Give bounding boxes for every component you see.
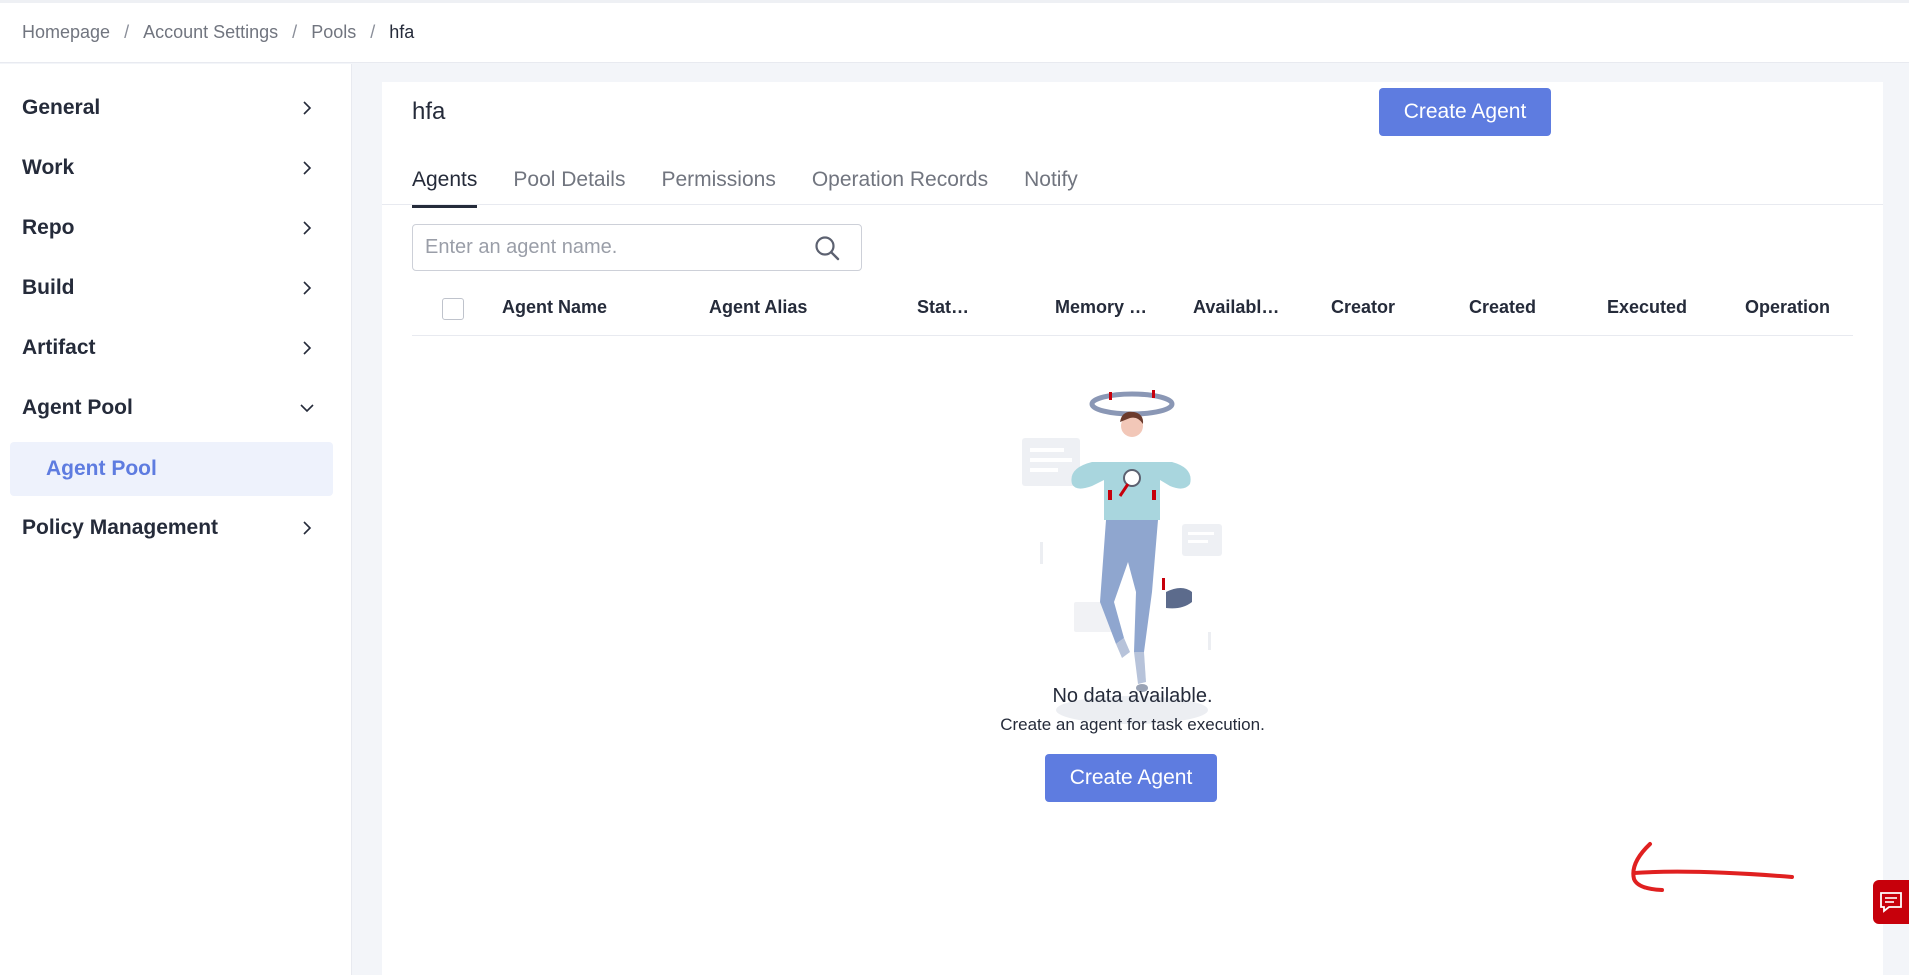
column-agent-alias[interactable]: Agent Alias — [709, 278, 807, 336]
column-created[interactable]: Created — [1469, 278, 1536, 336]
column-executed[interactable]: Executed — [1607, 278, 1687, 336]
breadcrumb-homepage[interactable]: Homepage — [22, 22, 110, 43]
table-header: Agent Name Agent Alias Stat… Memory … Av… — [412, 278, 1853, 336]
sidebar-item-policy-management[interactable]: Policy Management — [0, 501, 352, 555]
chevron-right-icon — [303, 521, 312, 535]
chevron-down-icon — [300, 404, 314, 413]
sidebar-item-label: Artifact — [22, 336, 96, 359]
tab-operation-records[interactable]: Operation Records — [812, 168, 988, 208]
tab-notify[interactable]: Notify — [1024, 168, 1078, 208]
sidebar-item-label: General — [22, 96, 101, 119]
column-memory[interactable]: Memory … — [1055, 278, 1147, 336]
breadcrumb-current: hfa — [389, 22, 415, 42]
search-icon[interactable] — [813, 234, 841, 262]
select-all-checkbox[interactable] — [442, 298, 464, 320]
tab-agents[interactable]: Agents — [412, 168, 478, 208]
empty-state-description: Create an agent for task execution. — [1000, 715, 1265, 734]
sidebar-item-repo[interactable]: Repo — [0, 201, 352, 255]
sidebar-item-label: Policy Management — [22, 516, 219, 539]
breadcrumb-account-settings[interactable]: Account Settings — [143, 22, 278, 43]
sidebar-subitem-label: Agent Pool — [46, 457, 157, 480]
create-agent-button[interactable]: Create Agent — [1379, 88, 1551, 136]
breadcrumb-separator: / — [292, 22, 298, 42]
sidebar-item-artifact[interactable]: Artifact — [0, 321, 352, 375]
column-agent-name[interactable]: Agent Name — [502, 278, 607, 336]
sidebar-subitem-agent-pool[interactable]: Agent Pool — [10, 442, 333, 496]
sidebar-item-label: Work — [22, 156, 75, 179]
chevron-right-icon — [303, 101, 312, 115]
chat-icon — [1880, 892, 1902, 913]
sidebar-item-work[interactable]: Work — [0, 141, 352, 195]
empty-state-title: No data available. — [1052, 685, 1213, 707]
tab-permissions[interactable]: Permissions — [661, 168, 775, 208]
sidebar-item-general[interactable]: General — [0, 81, 352, 135]
sidebar-item-build[interactable]: Build — [0, 261, 352, 315]
sidebar-item-label: Build — [22, 276, 75, 299]
empty-state-illustration — [1022, 390, 1222, 724]
red-arrow-annotation — [1631, 842, 1794, 892]
search-input[interactable] — [413, 225, 803, 270]
breadcrumb: Homepage / Account Settings / Pools / hf… — [0, 3, 1909, 63]
column-status[interactable]: Stat… — [917, 278, 969, 336]
page-title: hfa — [412, 98, 446, 125]
sidebar-item-label: Agent Pool — [22, 396, 133, 419]
breadcrumb-pools[interactable]: Pools — [311, 22, 356, 43]
sidebar-item-agent-pool[interactable]: Agent Pool — [0, 381, 352, 435]
chevron-right-icon — [303, 341, 312, 355]
search-box — [412, 224, 862, 271]
tab-bar: Agents Pool Details Permissions Operatio… — [412, 168, 1114, 208]
main-card: hfa Create Agent Agents Pool Details Per… — [382, 82, 1883, 975]
column-operation[interactable]: Operation — [1745, 278, 1830, 336]
column-creator[interactable]: Creator — [1331, 278, 1395, 336]
sidebar-item-label: Repo — [22, 216, 75, 239]
column-available[interactable]: Availabl… — [1193, 278, 1279, 336]
chevron-right-icon — [303, 161, 312, 175]
empty-state-create-agent-button[interactable]: Create Agent — [1045, 754, 1217, 802]
tab-divider — [382, 204, 1883, 205]
chevron-right-icon — [303, 281, 312, 295]
feedback-button[interactable] — [1873, 880, 1909, 924]
breadcrumb-separator: / — [370, 22, 376, 42]
tab-pool-details[interactable]: Pool Details — [513, 168, 625, 208]
chevron-right-icon — [303, 221, 312, 235]
breadcrumb-separator: / — [124, 22, 130, 42]
sidebar: General Work Repo Build Artifact Agent P… — [0, 64, 352, 975]
